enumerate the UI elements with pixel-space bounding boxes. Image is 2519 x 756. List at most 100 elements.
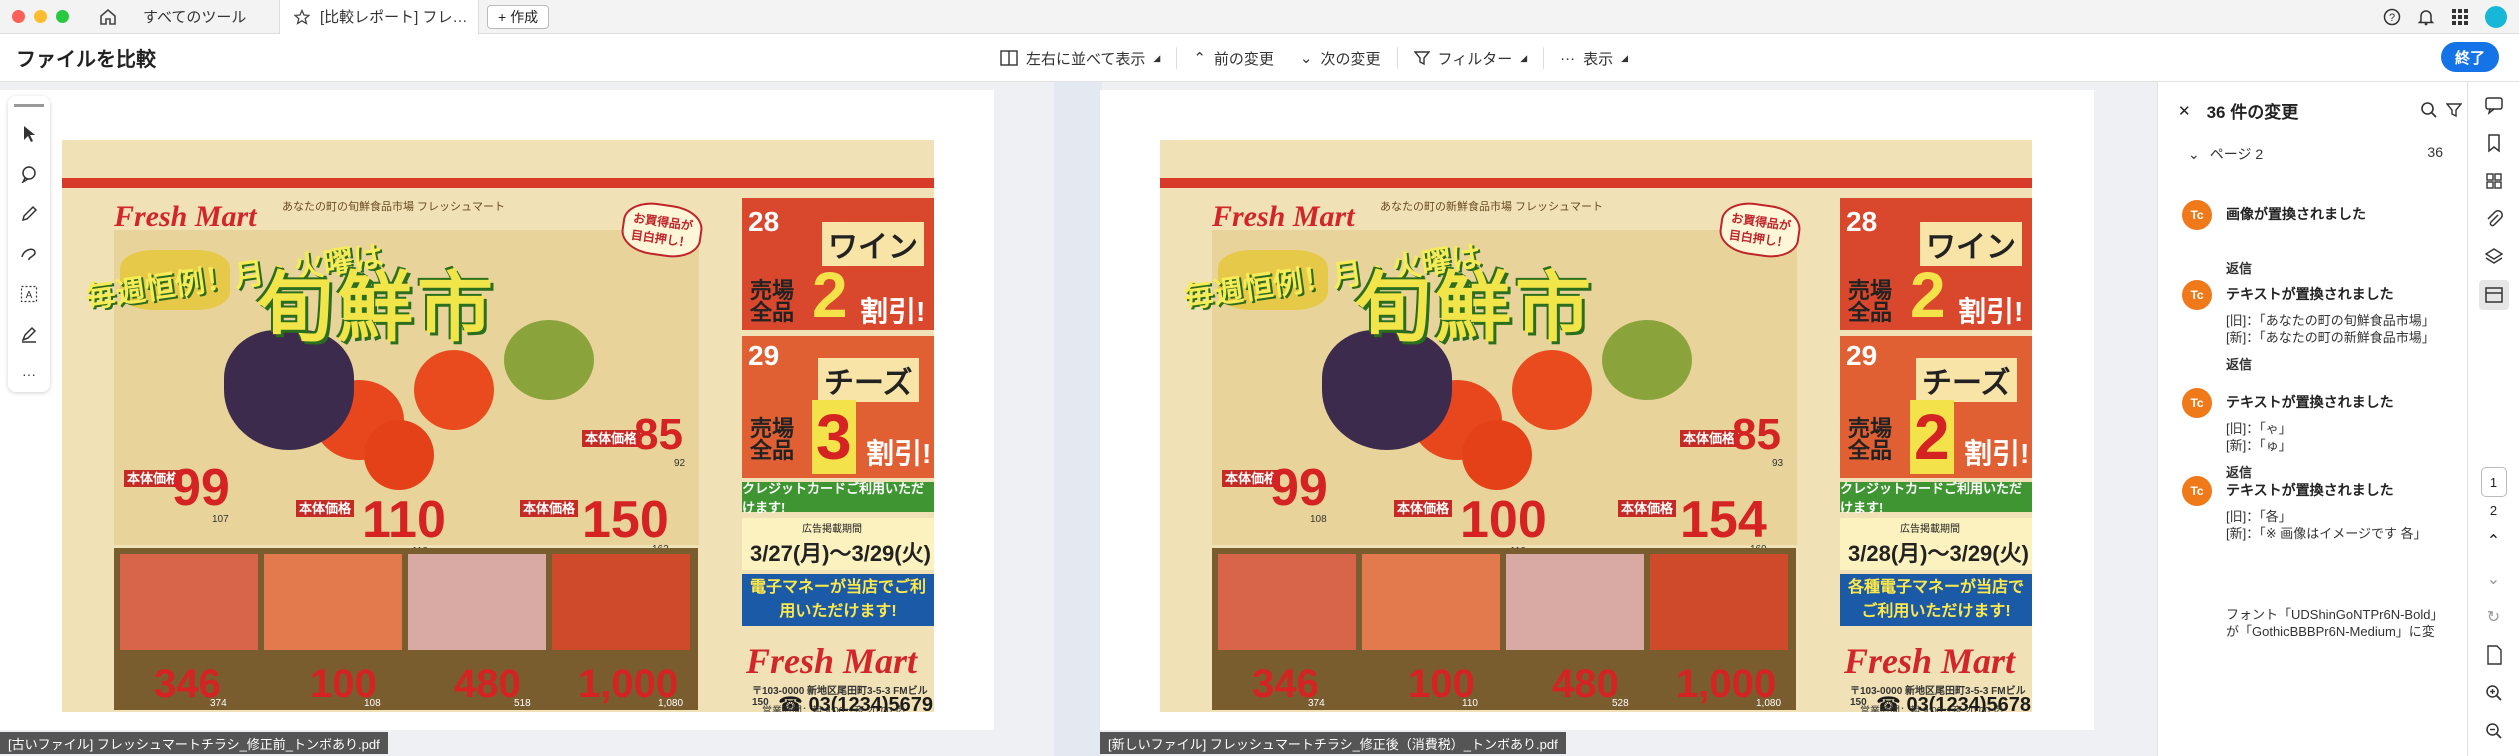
wine-panel: 28 ワイン 売場全品 2 割引! [742,198,934,331]
compare-actions: 左右に並べて表示 ◢ ⌃ 前の変更 ⌄ 次の変更 フィルター ◢ ··· 表示 [990,34,1638,82]
done-button[interactable]: 終了 [2440,42,2499,72]
zoom-in-icon[interactable] [2479,678,2509,708]
layers-icon[interactable] [2479,242,2509,272]
comments-icon[interactable] [2479,90,2509,120]
bell-icon[interactable] [2417,8,2435,26]
comment-tool-icon[interactable] [16,161,42,187]
pen-tool-icon[interactable] [16,201,42,227]
cheese-panel: 29 チーズ 売場全品 2 割引! [1840,336,2032,478]
price-eggplant: 110 [362,491,446,549]
change-detail: [旧]：「あなたの町の旬鮮食品市場」 [2226,313,2435,328]
period-dates: 3/28(月)〜3/29(火) [1848,541,2029,566]
new-file-page: Fresh Mart あなたの町の新鮮食品市場 フレッシュマート 毎週恒例！月・… [1100,90,2094,730]
view-button[interactable]: ··· 表示 ◢ [1550,34,1638,82]
price-corn: 99 [172,459,230,517]
price-label: 本体価格 [1680,430,1739,447]
cheese-title: チーズ [818,358,919,402]
user-avatar: Tc [2182,388,2212,418]
old-flyer: Fresh Mart あなたの町の旬鮮食品市場 フレッシュマート 毎週恒例！月・… [62,140,934,712]
prev-change-button[interactable]: ⌃ 前の変更 [1183,34,1284,82]
store-hours: 営業時間：朝 9:00〜夜 20:00 迄 [762,706,905,712]
help-icon[interactable]: ? [2383,8,2401,26]
side-by-side-label: 左右に並べて表示 [1026,50,1146,68]
price-label: 本体価格 [520,500,579,517]
tax-crab: 1,080 [658,698,684,709]
current-page-field[interactable]: 1 [2480,467,2507,497]
search-icon[interactable] [2420,101,2438,119]
columns-icon [1000,50,1018,66]
minimize-window-button[interactable] [34,10,47,23]
reply-link[interactable]: 返信 [2226,462,2252,481]
flyer-top-bar [1160,178,2032,188]
reply-link[interactable]: 返信 [2226,258,2252,277]
price-fish: 480 [1552,662,1619,706]
change-detail: [新]：「※ 画像はイメージです 各」 [2226,526,2427,541]
prev-change-label: 前の変更 [1213,50,1274,68]
change-detail: フォント「UDShinGoNTPr6N-Bold」が「GothicBBBPr6N… [2226,607,2444,639]
chevron-down-icon[interactable]: ⌄ [2479,564,2509,594]
price-label: 本体価格 [582,430,641,447]
page-gutter [1054,82,1102,756]
refresh-icon[interactable]: ↻ [2479,602,2509,632]
page-group-toggle[interactable]: ⌄ ページ 2 [2188,144,2263,164]
filter-icon[interactable] [2446,102,2462,118]
wine-panel: 28 ワイン 売場全品 2 割引! [1840,198,2032,331]
page-icon[interactable] [2479,640,2509,670]
profile-avatar-icon[interactable] [2485,5,2507,28]
cheese-uriba: 売場全品 [750,416,795,463]
cheese-day: 29 [1846,340,1878,371]
zoom-window-button[interactable] [56,10,69,23]
palette-handle[interactable] [14,104,44,107]
page-group-label: ページ 2 [2209,146,2264,162]
select-tool-icon[interactable] [16,121,42,147]
attachment-icon[interactable] [2479,204,2509,234]
tax-beef: 110 [1462,698,1478,709]
star-icon[interactable] [294,8,310,25]
price-corn: 99 [1270,459,1328,517]
flyer-logo: Fresh Mart [1212,200,1355,233]
bookmark-icon[interactable] [2479,128,2509,158]
wine-uriba: 売場全品 [750,278,795,325]
cheese-title: チーズ [1916,358,2017,402]
close-window-button[interactable] [12,10,25,23]
app-window: すべてのツール [比較レポート] フレ… ✕ + 作成 ? ファイルを比較 左右… [0,0,2519,756]
compare-icon[interactable] [2478,280,2509,310]
filter-button[interactable]: フィルター ◢ [1404,34,1538,82]
chevron-up-icon[interactable]: ⌃ [2479,526,2509,556]
chevron-down-icon: ◢ [1153,52,1161,63]
roast-beef-image [264,554,402,650]
tab-all-tools[interactable]: すべてのツール [129,0,279,34]
home-tab[interactable] [87,0,129,34]
period-label: 広告掲載期間 [1900,524,1960,535]
period-dates: 3/27(月)〜3/29(火) [750,541,931,566]
apps-grid-icon[interactable] [2451,8,2469,26]
close-tab-icon[interactable]: ✕ [478,8,479,25]
tomato-image [1512,350,1592,430]
store-tagline: あなたの町の旬鮮食品市場 フレッシュマート [282,201,506,213]
document-canvas[interactable]: Fresh Mart あなたの町の旬鮮食品市場 フレッシュマート 毎週恒例！月・… [0,82,2157,756]
freehand-tool-icon[interactable] [16,241,42,267]
text-box-tool-icon[interactable]: A [16,281,42,307]
tomato-image [1462,420,1532,490]
side-by-side-button[interactable]: 左右に並べて表示 ◢ [990,34,1170,82]
wine-discount: 2 [812,259,848,331]
stamp-tool-icon[interactable] [16,321,42,347]
tax-salmon: 374 [1308,698,1325,709]
emoney-banner: 電子マネーが当店でご利用いただけます! [742,574,934,626]
user-avatar: Tc [2182,280,2212,310]
reply-link[interactable]: 返信 [2226,354,2252,373]
create-button[interactable]: + 作成 [487,4,550,29]
change-detail: [旧]：「ゃ」 [2226,421,2292,436]
cheese-discount: 3 [812,400,856,474]
change-title: テキストが置換されました [2226,286,2394,302]
window-controls [12,10,69,23]
more-tools-icon[interactable]: ··· [16,361,42,387]
next-change-button[interactable]: ⌄ 次の変更 [1290,34,1391,82]
crab-image [1650,554,1788,650]
next-change-label: 次の変更 [1320,50,1381,68]
svg-text:A: A [26,290,33,301]
zoom-out-icon[interactable] [2479,716,2509,746]
organize-icon[interactable] [2479,166,2509,196]
close-panel-icon[interactable]: ✕ [2178,102,2191,120]
tab-compare-report[interactable]: [比較レポート] フレ… ✕ [279,0,479,34]
